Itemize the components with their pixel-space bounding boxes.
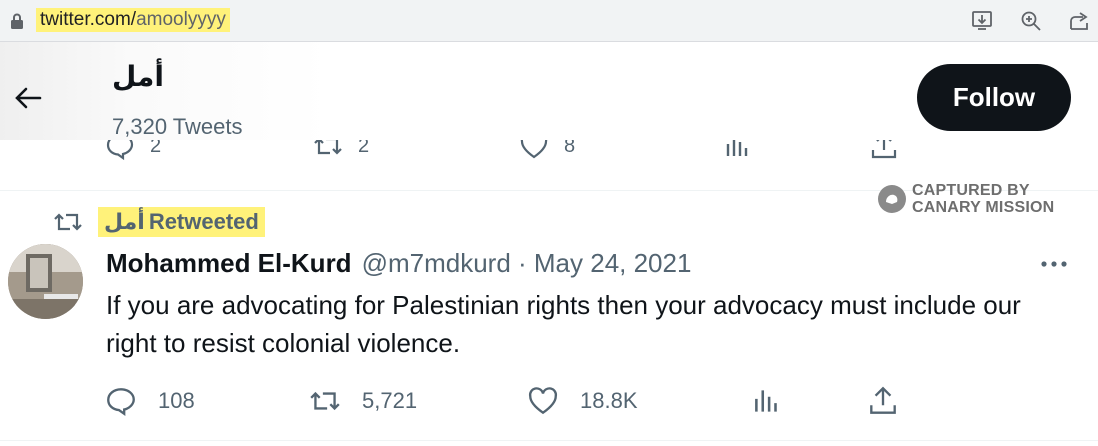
url-text[interactable]: twitter.com/amoolyyyy [36,8,230,32]
like-action[interactable]: 8 [518,140,575,162]
reply-icon [106,140,134,161]
retweeted-text: Retweeted [148,209,259,234]
reply-count: 2 [150,140,162,157]
previous-tweet-actions: 2 2 8 [0,140,1098,170]
retweet-count: 5,721 [362,388,418,413]
tweet-count: 7,320 Tweets [112,114,243,139]
share-icon[interactable] [1067,9,1091,33]
analytics-icon [755,390,777,412]
like-count: 18.8K [580,388,638,413]
back-arrow-icon[interactable] [12,82,44,114]
retweeter-name: أمل [104,209,145,234]
retweet-icon [314,140,342,155]
reply-action[interactable]: 2 [104,140,161,162]
like-count: 8 [564,140,576,157]
retweeted-label[interactable]: أمل Retweeted [98,207,265,237]
canary-logo-icon [878,185,906,213]
profile-name: أمل [112,61,164,92]
heart-icon [520,140,548,159]
upload-icon [870,386,896,414]
retweet-icon [54,213,82,231]
canary-mission-watermark: CAPTURED BY CANARY MISSION [878,182,1054,216]
watermark-line-2: CANARY MISSION [912,199,1055,216]
tweet-divider-bottom [0,440,1098,441]
heart-icon [528,387,558,415]
watermark-line-1: CAPTURED BY [912,182,1030,199]
avatar[interactable] [8,244,83,319]
zoom-icon[interactable] [1019,9,1043,33]
reply-icon [107,388,135,416]
upload-icon [871,140,897,159]
reply-count: 108 [158,388,195,413]
more-options-icon[interactable] [1038,252,1070,276]
retweet-action[interactable]: 2 [312,140,369,162]
tweet-author-line: Mohammed El-Kurd @m7mdkurd · May 24, 202… [106,248,691,279]
tweet-text: If you are advocating for Palestinian ri… [106,290,1021,358]
retweet-count: 2 [358,140,370,157]
profile-header: أمل 7,320 Tweets Follow [0,42,1098,140]
author-handle-date[interactable]: @m7mdkurd · May 24, 2021 [362,248,692,279]
retweet-icon [310,391,340,411]
follow-button[interactable]: Follow [917,64,1071,131]
browser-address-bar: twitter.com/amoolyyyy [0,0,1098,42]
reply-action[interactable]: 108 [104,384,195,418]
retweeted-indicator: أمل Retweeted [52,206,265,238]
analytics-icon [726,140,748,156]
install-app-icon[interactable] [970,9,994,33]
views-action[interactable] [722,140,754,162]
views-action[interactable] [750,384,784,418]
author-name[interactable]: Mohammed El-Kurd [106,248,352,279]
lock-icon[interactable] [10,13,24,29]
share-action[interactable] [868,140,900,162]
tweet-actions: 108 5,721 18.8K [0,384,1098,424]
like-action[interactable]: 18.8K [526,384,638,418]
share-action[interactable] [866,384,900,418]
retweet-action[interactable]: 5,721 [308,384,417,418]
